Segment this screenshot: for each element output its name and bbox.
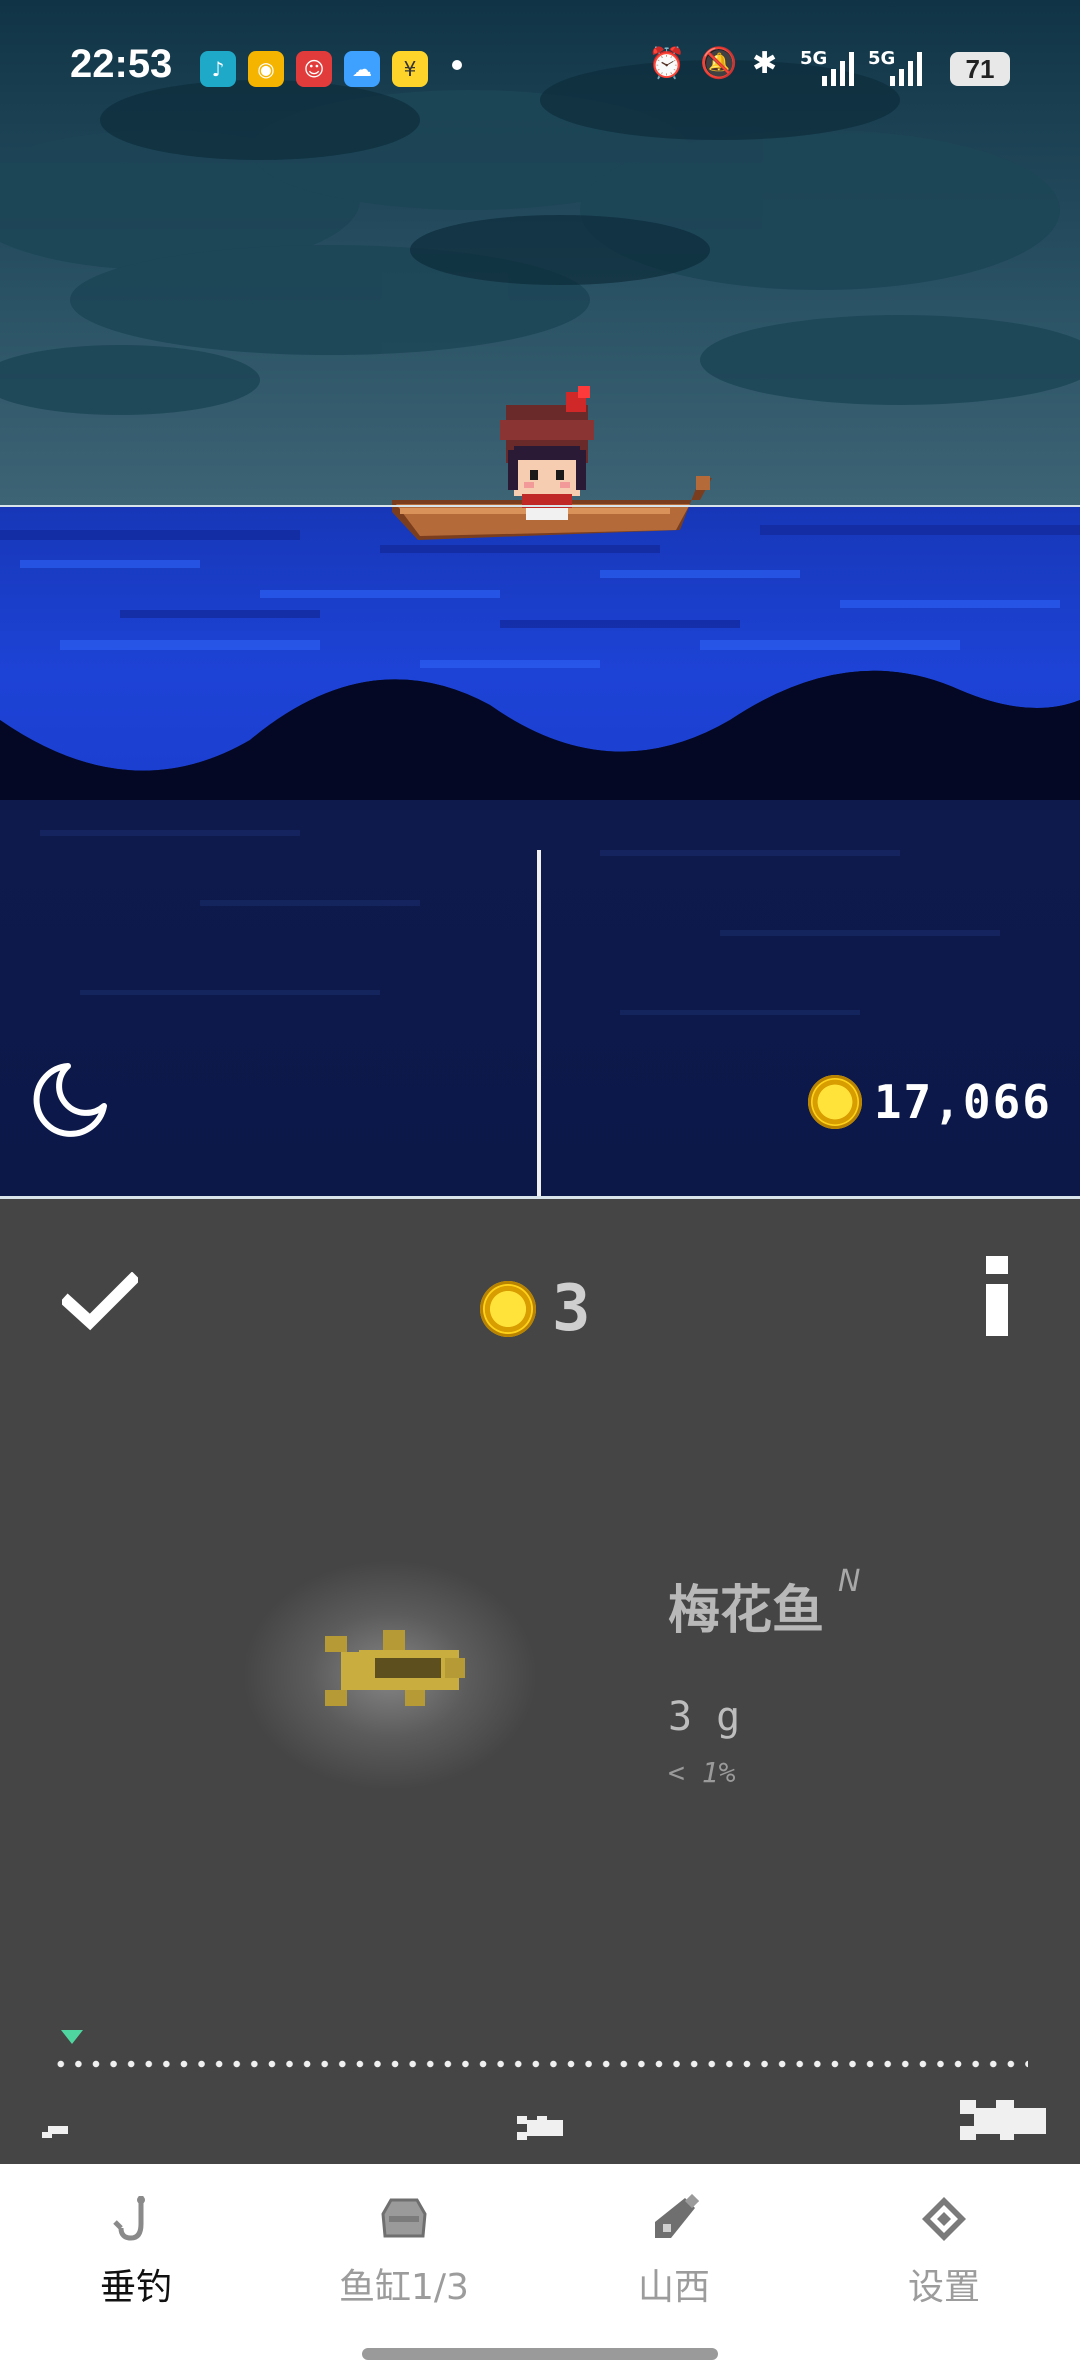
weibo-icon: ◉	[248, 51, 284, 87]
status-time: 22:53	[70, 42, 173, 86]
reward-coins-value: 3	[552, 1272, 591, 1346]
battery-indicator: 71	[950, 52, 1010, 86]
tab-label: 鱼缸1/3	[339, 2267, 469, 2308]
status-bar: 22:53 ♪ ◉ ☺ ☁ ¥ ⏰ 🔕 ✱ 5G 5G 71	[0, 0, 1080, 140]
fishing-scene[interactable]: 17,066	[0, 0, 1080, 1200]
size-scale	[42, 2030, 1046, 2150]
coin-icon	[807, 1075, 862, 1129]
tab-label: 山西	[637, 2267, 710, 2308]
music-app-icon: ♪	[200, 51, 236, 87]
hook-icon	[113, 2196, 145, 2241]
game-app-icon: ☺	[296, 51, 332, 87]
fish-name: 梅花鱼	[668, 1581, 825, 1641]
total-coins-value: 17,066	[873, 1075, 1052, 1129]
tab-settings[interactable]: 设置	[844, 2194, 1044, 2308]
home-indicator[interactable]	[362, 2348, 718, 2360]
signal-5g-icon-2	[890, 52, 922, 86]
tab-fish-tank[interactable]: 鱼缸1/3	[304, 2194, 504, 2308]
coin-icon	[480, 1281, 536, 1337]
large-fish-icon	[960, 2100, 1046, 2140]
tab-label: 垂钓	[99, 2267, 172, 2308]
fish-weight: 3 g	[668, 1694, 741, 1740]
weather-icon: ☁	[344, 51, 380, 87]
signal-5g-icon	[822, 52, 854, 86]
fish-size-percentile: < 1%	[668, 1756, 736, 1789]
caught-fish-sprite	[325, 1630, 465, 1706]
info-icon[interactable]	[986, 1256, 1008, 1336]
small-fish-icon	[42, 2126, 68, 2138]
fishing-line	[537, 850, 541, 1198]
tab-location[interactable]: 山西	[574, 2194, 774, 2308]
medium-fish-icon	[517, 2116, 563, 2140]
size-scale-track	[52, 2060, 1028, 2068]
bottom-tab-bar: 垂钓 鱼缸1/3 山西 设置	[0, 2164, 1080, 2377]
water-surface-line	[0, 505, 1080, 507]
total-coins: 17,066	[807, 1072, 1052, 1132]
fish-tank-icon	[381, 2198, 427, 2238]
alarm-icon: ⏰	[648, 46, 686, 81]
mute-icon: 🔕	[700, 46, 738, 81]
tab-fishing[interactable]: 垂钓	[36, 2194, 236, 2308]
location-icon	[655, 2194, 699, 2238]
size-marker-icon	[60, 2030, 83, 2044]
bluetooth-icon: ✱	[752, 46, 778, 81]
confirm-check-icon[interactable]	[62, 1272, 138, 1332]
catch-reward: 3	[480, 1272, 591, 1346]
settings-icon	[922, 2197, 966, 2241]
more-notifications-dot	[452, 60, 462, 70]
fish-rarity-rank: N	[838, 1564, 861, 1599]
bank-app-icon: ¥	[392, 51, 428, 87]
tab-label: 设置	[907, 2267, 980, 2308]
moon-icon	[33, 1063, 107, 1137]
